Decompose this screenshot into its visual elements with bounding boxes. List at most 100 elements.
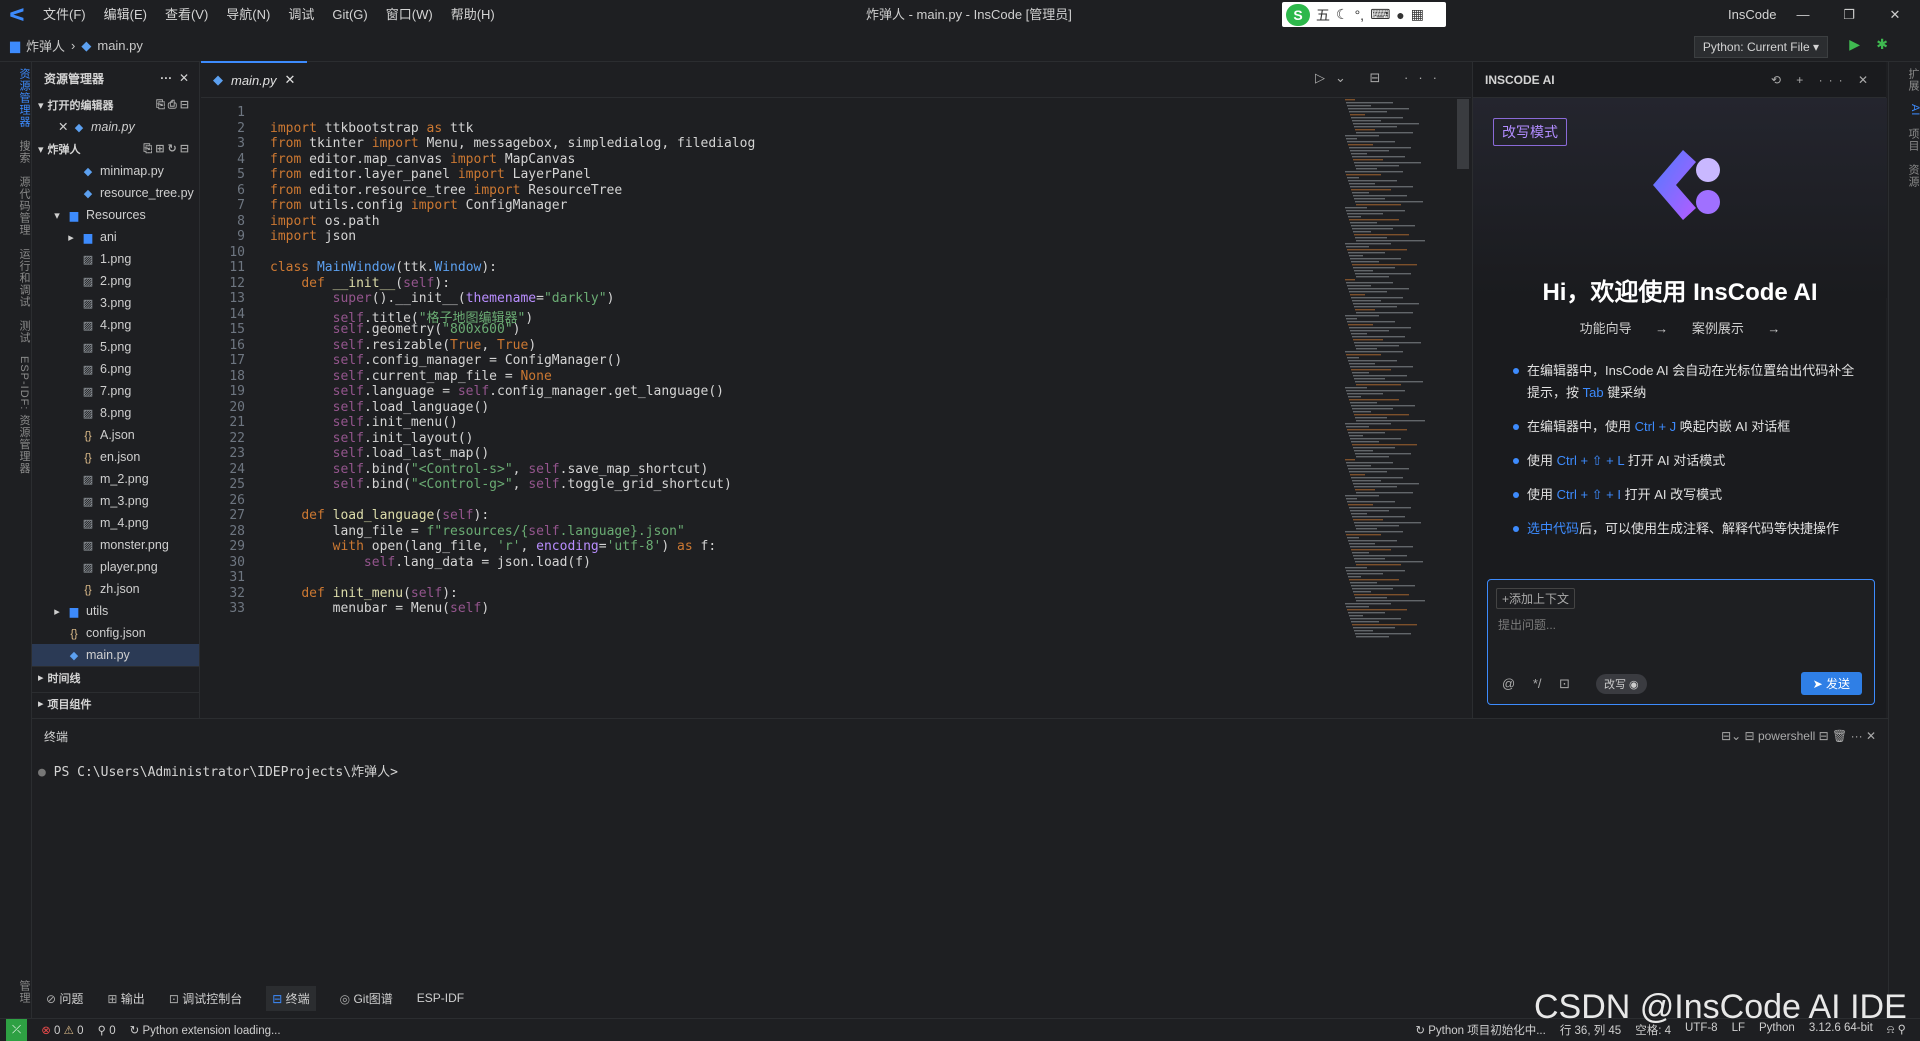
bottom-tab[interactable]: ⊟ 终端 bbox=[266, 985, 316, 1011]
editor-toolbar[interactable]: ▷⌄ ⊟ ··· bbox=[1315, 70, 1447, 86]
open-editors-actions-icon[interactable]: ⎘ ⎙ ⊟ bbox=[156, 98, 189, 112]
file-tree-item[interactable]: {} config.json bbox=[32, 622, 199, 644]
open-editors-section[interactable]: ▾ 打开的编辑器 ⎘ ⎙ ⊟ bbox=[32, 94, 199, 116]
terminal-actions[interactable]: ⊟⌄ ⊟ powershell ⊟ 🗑 ··· ✕ bbox=[1721, 729, 1876, 743]
menu-item[interactable]: 查看(V) bbox=[156, 0, 217, 30]
activity-item[interactable]: 资源管理器 bbox=[0, 62, 32, 134]
restore-button[interactable]: ❐ bbox=[1826, 0, 1872, 30]
file-tree-item[interactable]: ◆ main.py bbox=[32, 644, 199, 666]
file-tree-item[interactable]: ▾ ▆ Resources bbox=[32, 204, 199, 226]
open-editor-item[interactable]: ✕ ◆ main.py bbox=[32, 116, 199, 138]
file-tree-item[interactable]: ▨ 3.png bbox=[32, 292, 199, 314]
code-line[interactable]: from tkinter import Menu, messagebox, si… bbox=[270, 136, 755, 151]
code-line[interactable]: def init_menu(self): bbox=[270, 586, 458, 601]
run-icon[interactable]: ▶ bbox=[1849, 36, 1860, 53]
activity-item[interactable]: ESP-IDF: 资源管理器 bbox=[0, 350, 32, 481]
file-tree-item[interactable]: ▨ 1.png bbox=[32, 248, 199, 270]
tab-main-py[interactable]: ◆ main.py ✕ bbox=[201, 61, 308, 97]
file-tree-item[interactable]: ◆ minimap.py bbox=[32, 160, 199, 182]
run-config-select[interactable]: Python: Current File ▾ bbox=[1693, 36, 1828, 58]
image-icon[interactable]: ⊡ bbox=[1559, 676, 1570, 691]
menu-item[interactable]: 窗口(W) bbox=[377, 0, 442, 30]
file-tree-item[interactable]: ▸ ▆ utils bbox=[32, 600, 199, 622]
code-line[interactable]: self.resizable(True, True) bbox=[270, 338, 537, 353]
mention-icon[interactable]: @ bbox=[1502, 676, 1515, 691]
code-line[interactable]: import ttkbootstrap as ttk bbox=[270, 121, 474, 136]
minimize-button[interactable]: — bbox=[1780, 0, 1826, 30]
bottom-tab[interactable]: ⊘ 问题 bbox=[46, 990, 83, 1007]
file-tree-item[interactable]: ▨ player.png bbox=[32, 556, 199, 578]
file-tree-item[interactable]: ▨ 4.png bbox=[32, 314, 199, 336]
code-line[interactable]: import json bbox=[270, 229, 356, 244]
ports-status[interactable]: ⚲ 0 bbox=[98, 1023, 116, 1037]
file-tree-item[interactable]: {} A.json bbox=[32, 424, 199, 446]
minimap[interactable] bbox=[1341, 99, 1453, 659]
file-tree-item[interactable]: ▨ 8.png bbox=[32, 402, 199, 424]
command-icon[interactable]: */ bbox=[1533, 676, 1542, 691]
code-line[interactable]: import os.path bbox=[270, 214, 380, 229]
menu-item[interactable]: 导航(N) bbox=[217, 0, 279, 30]
code-line[interactable]: self.current_map_file = None bbox=[270, 369, 552, 384]
code-line[interactable]: self.bind("<Control-g>", self.toggle_gri… bbox=[270, 477, 732, 492]
add-context-button[interactable]: +添加上下文 bbox=[1496, 588, 1576, 609]
menu-item[interactable]: 文件(F) bbox=[34, 0, 95, 30]
problems-status[interactable]: ⊗ 0 ⚠ 0 bbox=[41, 1023, 83, 1037]
code-line[interactable]: menubar = Menu(self) bbox=[270, 601, 490, 616]
timeline-section[interactable]: ▸ 时间线 bbox=[32, 666, 199, 688]
close-window-button[interactable]: ✕ bbox=[1872, 0, 1918, 30]
code-line[interactable]: self.load_last_map() bbox=[270, 446, 490, 461]
code-line[interactable]: self.bind("<Control-s>", self.save_map_s… bbox=[270, 462, 709, 477]
more-icon[interactable]: ··· ✕ bbox=[160, 71, 189, 85]
code-line[interactable]: lang_file = f"resources/{self.language}.… bbox=[270, 524, 685, 539]
editor-scrollbar[interactable] bbox=[1457, 99, 1469, 169]
activity-item[interactable]: 管理 bbox=[0, 974, 32, 1010]
code-line[interactable]: from editor.resource_tree import Resourc… bbox=[270, 183, 622, 198]
bottom-tab[interactable]: ⊞ 输出 bbox=[107, 990, 144, 1007]
ime-toolbar[interactable]: S 五 ☾ °, ⌨ ● ▦ bbox=[1282, 2, 1446, 27]
activity-item[interactable]: 测试 bbox=[0, 314, 32, 350]
file-tree-item[interactable]: ▨ monster.png bbox=[32, 534, 199, 556]
file-tree-item[interactable]: {} zh.json bbox=[32, 578, 199, 600]
right-activity-item[interactable]: 项目 bbox=[1889, 122, 1920, 158]
code-line[interactable]: from editor.layer_panel import LayerPane… bbox=[270, 167, 591, 182]
code-line[interactable]: def load_language(self): bbox=[270, 508, 489, 523]
ai-input-box[interactable]: +添加上下文 提出问题... @ */ ⊡ 改写 ◉ ➤ 发送 bbox=[1487, 579, 1875, 705]
rewrite-mode-badge[interactable]: 改写模式 bbox=[1493, 118, 1567, 146]
terminal-line[interactable]: ● PS C:\Users\Administrator\IDEProjects\… bbox=[38, 761, 398, 780]
examples-link[interactable]: 案例展示 → bbox=[1692, 321, 1781, 336]
ai-header-actions-icon[interactable]: ⟲ + ··· ✕ bbox=[1771, 73, 1874, 87]
file-tree-item[interactable]: ▨ 5.png bbox=[32, 336, 199, 358]
file-tree-item[interactable]: ▨ 2.png bbox=[32, 270, 199, 292]
activity-item[interactable]: 运行和调试 bbox=[0, 242, 32, 314]
project-init-status[interactable]: ↻ Python 项目初始化中... bbox=[1415, 1022, 1545, 1038]
file-tree-item[interactable]: ▸ ▆ ani bbox=[32, 226, 199, 248]
file-tree-item[interactable]: ◆ resource_tree.py bbox=[32, 182, 199, 204]
file-tree-item[interactable]: {} en.json bbox=[32, 446, 199, 468]
debug-icon[interactable]: ✱ bbox=[1876, 36, 1888, 53]
code-line[interactable]: self.lang_data = json.load(f) bbox=[270, 555, 591, 570]
menu-item[interactable]: 帮助(H) bbox=[442, 0, 504, 30]
code-line[interactable]: self.language = self.config_manager.get_… bbox=[270, 384, 724, 399]
close-icon[interactable]: ✕ bbox=[58, 120, 68, 134]
menu-item[interactable]: Git(G) bbox=[323, 0, 376, 30]
code-line[interactable]: super().__init__(themename="darkly") bbox=[270, 291, 615, 306]
project-actions-icon[interactable]: ⎘ ⊞ ↻ ⊟ bbox=[143, 142, 189, 156]
code-line[interactable]: self.config_manager = ConfigManager() bbox=[270, 353, 623, 368]
code-line[interactable]: from editor.map_canvas import MapCanvas bbox=[270, 152, 575, 167]
file-tree-item[interactable]: ▨ 7.png bbox=[32, 380, 199, 402]
right-activity-item[interactable]: 扩展 bbox=[1889, 62, 1920, 98]
send-button[interactable]: ➤ 发送 bbox=[1800, 672, 1862, 695]
project-section[interactable]: ▾ 炸弹人 ⎘ ⊞ ↻ ⊟ bbox=[32, 138, 199, 160]
right-activity-item[interactable]: AI bbox=[1889, 98, 1920, 122]
bottom-tab[interactable]: ◎ Git图谱 bbox=[340, 990, 393, 1007]
rewrite-chip[interactable]: 改写 ◉ bbox=[1596, 674, 1647, 694]
bottom-tab[interactable]: ⊡ 调试控制台 bbox=[169, 990, 242, 1007]
file-tree-item[interactable]: ▨ m_3.png bbox=[32, 490, 199, 512]
code-line[interactable]: self.load_language() bbox=[270, 400, 490, 415]
extension-status[interactable]: ↻ Python extension loading... bbox=[130, 1023, 281, 1037]
activity-item[interactable]: 源代码管理 bbox=[0, 170, 32, 242]
guide-link[interactable]: 功能向导 → bbox=[1580, 321, 1669, 336]
breadcrumb-file[interactable]: main.py bbox=[97, 38, 143, 53]
code-line[interactable]: def __init__(self): bbox=[270, 276, 450, 291]
close-tab-icon[interactable]: ✕ bbox=[285, 72, 296, 88]
